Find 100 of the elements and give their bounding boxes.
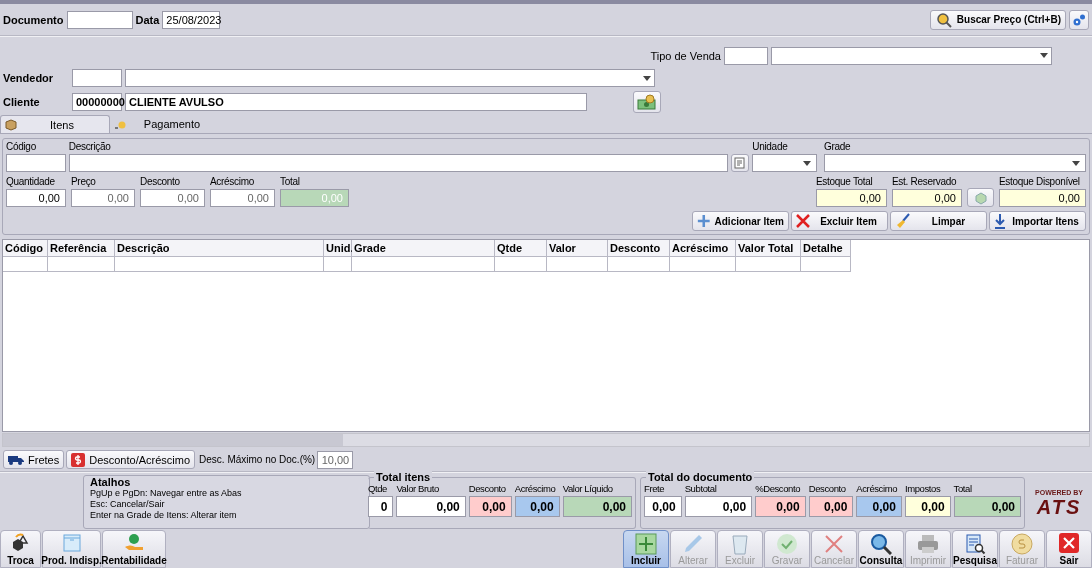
hand-coin-icon xyxy=(124,533,144,553)
total-field: 0,00 xyxy=(808,496,854,518)
column-header[interactable]: Referência xyxy=(48,240,115,258)
table-cell[interactable] xyxy=(801,257,851,273)
bottom-tab[interactable]: Fretes xyxy=(3,450,65,470)
total-field: 0,00 xyxy=(396,496,466,518)
vendedor-code-field[interactable] xyxy=(72,69,122,88)
field-label: Valor Bruto xyxy=(396,483,440,496)
documento-field[interactable] xyxy=(66,10,133,29)
tipo-venda-dropdown[interactable] xyxy=(771,46,1052,65)
stock-field: 0,00 xyxy=(999,189,1086,208)
field-label: Unidade xyxy=(752,141,789,154)
boxes-icon xyxy=(973,190,988,205)
column-header[interactable]: Unid. xyxy=(324,240,352,258)
bottom-tab[interactable]: Desconto/Acréscimo xyxy=(66,450,196,470)
number-field[interactable]: 0,00 xyxy=(6,189,66,208)
pencil-icon xyxy=(682,533,704,555)
shortcut-text: Enter na Grade de Itens: Alterar item xyxy=(90,510,238,522)
number-field[interactable]: 0,00 xyxy=(140,189,205,208)
data-field[interactable]: 25/08/2023 xyxy=(162,10,221,29)
tipo-venda-code-field[interactable] xyxy=(724,46,768,65)
total-field: 0,00 xyxy=(755,496,806,518)
item-action-button[interactable]: Limpar xyxy=(890,211,987,232)
field-label: Valor Líquido xyxy=(562,483,614,496)
toolbar-button[interactable]: Rentabilidade xyxy=(102,530,166,568)
field-label: %Desconto xyxy=(755,483,802,496)
notes-button[interactable] xyxy=(731,154,750,173)
dropdown[interactable] xyxy=(752,154,817,173)
cliente-money-button[interactable] xyxy=(633,91,661,114)
field-label: Frete xyxy=(644,483,666,496)
tab[interactable]: Itens xyxy=(0,115,110,134)
scrollbar-thumb[interactable] xyxy=(3,433,343,446)
column-header[interactable]: Valor xyxy=(547,240,608,258)
total-field: 0,00 xyxy=(644,496,682,518)
toolbar-button[interactable]: Troca xyxy=(0,530,41,568)
column-header[interactable]: Descrição xyxy=(115,240,324,258)
table-cell[interactable] xyxy=(352,257,495,273)
field-label: Total xyxy=(953,483,973,496)
cross-icon xyxy=(796,214,810,229)
document-search-icon xyxy=(964,533,986,555)
toolbar-button[interactable]: Pesquisa xyxy=(952,530,998,568)
boxes-exchange-icon xyxy=(10,533,31,553)
input-field[interactable] xyxy=(68,154,729,173)
toolbar-button[interactable]: Consulta xyxy=(858,530,904,568)
table-cell[interactable] xyxy=(736,257,801,273)
toolbar-button[interactable]: Incluir xyxy=(623,530,669,568)
shortcut-text: Esc: Cancelar/Sair xyxy=(90,499,166,511)
toolbar-button[interactable]: Prod. Indisp. xyxy=(42,530,101,568)
plus-icon xyxy=(635,533,657,555)
dropdown[interactable] xyxy=(824,154,1086,173)
column-header[interactable]: Qtde xyxy=(495,240,547,258)
table-cell[interactable] xyxy=(670,257,736,273)
number-field[interactable]: 0,00 xyxy=(210,189,275,208)
table-cell[interactable] xyxy=(324,257,352,273)
table-cell[interactable] xyxy=(3,257,48,273)
total-field: 0 xyxy=(368,496,394,518)
printer-icon xyxy=(917,533,939,555)
field-label: Acréscimo xyxy=(210,176,255,189)
column-header[interactable]: Código xyxy=(3,240,48,258)
plus-icon xyxy=(697,213,711,230)
trash-icon xyxy=(729,533,751,555)
input-field[interactable] xyxy=(6,154,66,173)
field-label: Desconto xyxy=(140,176,181,189)
total-field: 0,00 xyxy=(468,496,512,518)
field-label: Qtde xyxy=(368,483,388,496)
notepad-icon xyxy=(734,157,747,170)
close-icon xyxy=(1059,533,1079,553)
vendedor-dropdown[interactable] xyxy=(125,69,655,88)
cliente-label: Cliente xyxy=(3,96,41,109)
field-label: Estoque Disponível xyxy=(999,176,1081,189)
column-header[interactable]: Desconto xyxy=(608,240,670,258)
field-label: Estoque Total xyxy=(816,176,874,189)
column-header[interactable]: Valor Total xyxy=(736,240,801,258)
tab[interactable]: Pagamento xyxy=(110,115,220,134)
stock-button[interactable] xyxy=(967,188,994,208)
field-label: Est. Reservado xyxy=(892,176,958,189)
table-cell[interactable] xyxy=(115,257,324,273)
table-cell[interactable] xyxy=(547,257,608,273)
table-cell[interactable] xyxy=(608,257,670,273)
dropdown-arrow-icon xyxy=(643,75,651,81)
download-arrow-icon xyxy=(994,213,1006,230)
column-header[interactable]: Detalhe xyxy=(801,240,851,258)
dropdown-arrow-icon xyxy=(1040,53,1048,59)
column-header[interactable]: Grade xyxy=(352,240,495,258)
toolbar-button[interactable]: Sair xyxy=(1046,530,1092,568)
column-header[interactable]: Acréscimo xyxy=(670,240,736,258)
table-cell[interactable] xyxy=(48,257,115,273)
cliente-name-field[interactable]: CLIENTE AVULSO xyxy=(125,93,587,112)
number-field[interactable]: 0,00 xyxy=(71,189,135,208)
desc-maximo-field: 10,00 xyxy=(317,450,354,469)
atalhos-title: Atalhos xyxy=(90,476,132,489)
total-field: 0,00 xyxy=(684,496,753,518)
broom-icon xyxy=(895,213,911,230)
settings-button[interactable] xyxy=(1069,9,1089,30)
item-action-button[interactable]: Excluir Item xyxy=(791,211,888,232)
field-label: Acréscimo xyxy=(514,483,557,496)
buscar-preco-button[interactable]: Buscar Preço (Ctrl+B) xyxy=(929,9,1066,30)
table-cell[interactable] xyxy=(495,257,547,273)
item-action-button[interactable]: Adicionar Item xyxy=(692,211,789,232)
item-action-button[interactable]: Importar Itens xyxy=(989,211,1086,232)
